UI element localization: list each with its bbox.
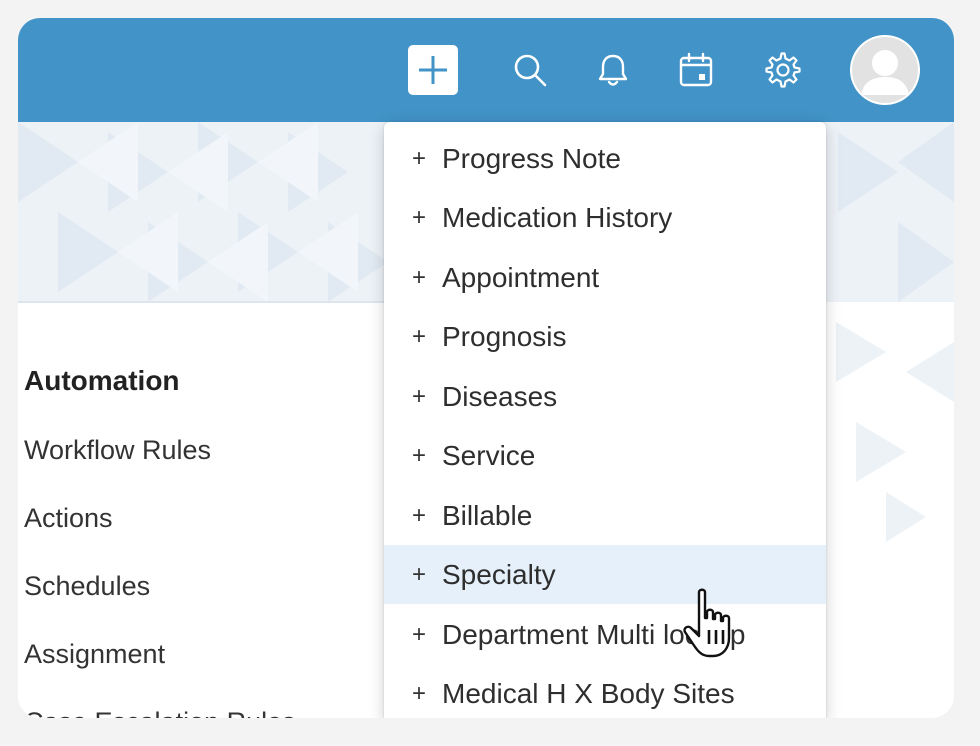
plus-glyph: + xyxy=(412,620,427,648)
menu-item-label: Department Multi lookup xyxy=(442,618,746,650)
plus-glyph: + xyxy=(412,560,427,588)
plus-glyph: + xyxy=(412,501,427,529)
sidebar-item-case-escalation-rules[interactable]: Case Escalation Rules xyxy=(24,707,296,718)
sidebar-item-actions[interactable]: Actions xyxy=(24,503,113,534)
sidebar-item-assignment[interactable]: Assignment xyxy=(24,639,165,670)
section-heading-automation: Automation xyxy=(24,365,180,396)
plus-glyph: + xyxy=(412,679,427,707)
plus-glyph: + xyxy=(412,203,427,231)
sidebar-item-schedules[interactable]: Schedules xyxy=(24,571,150,602)
menu-item-medical-hx-body-sites[interactable]: + Medical H X Body Sites xyxy=(384,664,826,718)
plus-glyph: + xyxy=(412,144,427,172)
menu-item-label: Medication History xyxy=(442,201,673,233)
menu-item-label: Diseases xyxy=(442,380,558,412)
side-pattern xyxy=(836,322,954,542)
quick-create-button[interactable] xyxy=(408,45,458,95)
search-icon xyxy=(514,54,547,87)
gear-icon xyxy=(765,52,801,88)
sidebar-item-workflow-rules[interactable]: Workflow Rules xyxy=(24,435,211,466)
menu-item-label: Medical H X Body Sites xyxy=(442,677,735,709)
menu-item-label: Appointment xyxy=(442,261,600,293)
menu-item-medication-history[interactable]: + Medication History xyxy=(384,188,826,247)
menu-item-label: Service xyxy=(442,439,536,471)
plus-glyph: + xyxy=(412,322,427,350)
menu-item-diseases[interactable]: + Diseases xyxy=(384,367,826,426)
notifications-button[interactable] xyxy=(588,45,638,95)
menu-item-progress-note[interactable]: + Progress Note xyxy=(384,129,826,188)
menu-item-label: Progress Note xyxy=(442,142,621,174)
settings-sidebar: Automation Workflow Rules Actions Schedu… xyxy=(18,303,388,718)
menu-item-department-multi-lookup[interactable]: + Department Multi lookup xyxy=(384,605,826,664)
calendar-button[interactable] xyxy=(671,45,721,95)
menu-item-label: Specialty xyxy=(442,558,556,590)
plus-icon xyxy=(419,56,447,84)
menu-item-label: Billable xyxy=(442,499,533,531)
avatar[interactable] xyxy=(850,35,920,105)
plus-glyph: + xyxy=(412,382,427,410)
app-window: Automation Workflow Rules Actions Schedu… xyxy=(18,18,954,718)
menu-item-label: Prognosis xyxy=(442,320,567,352)
menu-item-specialty[interactable]: + Specialty xyxy=(384,545,826,604)
quick-create-menu: + Progress Note + Medication History + A… xyxy=(384,122,826,718)
calendar-icon xyxy=(679,52,713,87)
menu-item-prognosis[interactable]: + Prognosis xyxy=(384,307,826,366)
top-navigation-bar xyxy=(18,18,954,122)
plus-glyph: + xyxy=(412,263,427,291)
menu-item-billable[interactable]: + Billable xyxy=(384,486,826,545)
menu-item-appointment[interactable]: + Appointment xyxy=(384,248,826,307)
menu-item-service[interactable]: + Service xyxy=(384,426,826,485)
user-avatar-icon xyxy=(852,37,918,103)
search-button[interactable] xyxy=(505,45,555,95)
settings-button[interactable] xyxy=(758,45,808,95)
plus-glyph: + xyxy=(412,441,427,469)
bell-icon xyxy=(598,54,628,86)
